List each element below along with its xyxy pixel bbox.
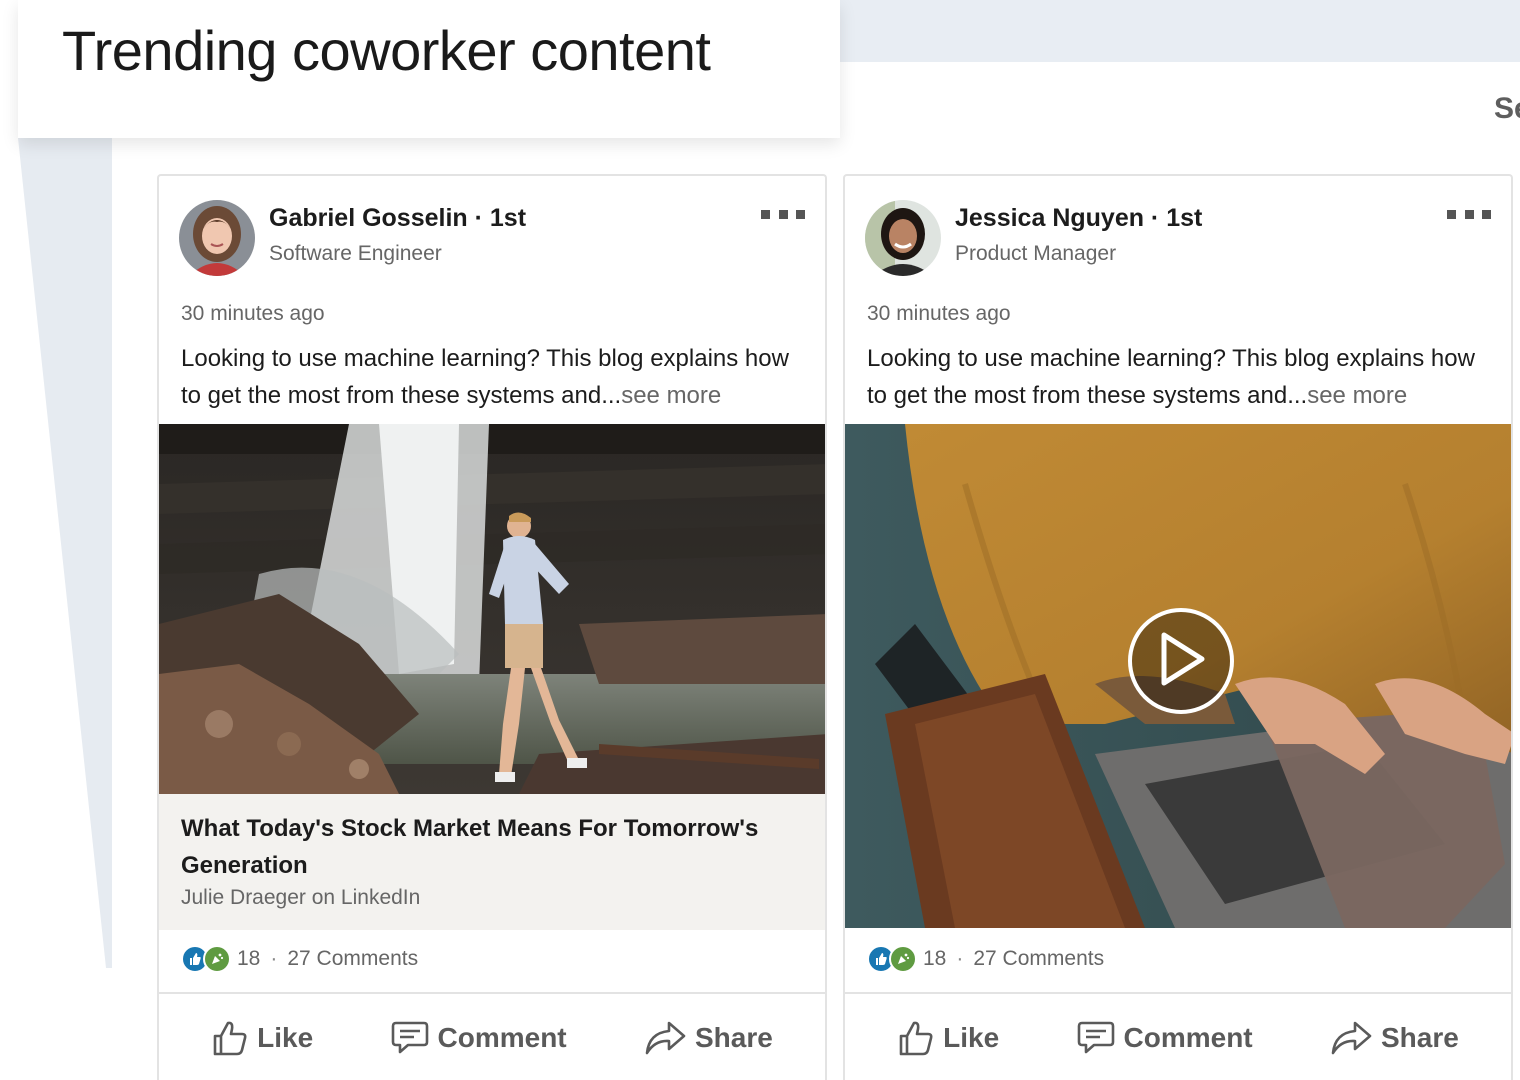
share-button[interactable]: Share — [1329, 1019, 1459, 1057]
background-left-panel — [18, 138, 118, 968]
thumbs-up-icon — [211, 1019, 249, 1057]
see-more-link[interactable]: see more — [621, 382, 721, 409]
reaction-count[interactable]: 18 — [237, 947, 260, 971]
author-headline: Software Engineer — [269, 242, 442, 265]
more-options-icon[interactable] — [761, 206, 805, 222]
post-text: Looking to use machine learning? This bl… — [867, 340, 1497, 414]
reaction-icons[interactable] — [181, 945, 231, 973]
section-title-card: Trending coworker content — [18, 0, 840, 138]
post-text: Looking to use machine learning? This bl… — [181, 340, 811, 414]
post-video[interactable] — [845, 424, 1511, 928]
action-bar: Like Comment Share — [845, 994, 1511, 1080]
share-label: Share — [694, 1022, 773, 1053]
article-title[interactable]: What Today's Stock Market Means For Tomo… — [181, 810, 803, 884]
share-icon — [643, 1019, 687, 1057]
separator-dot: · — [270, 947, 278, 970]
social-counts: 18 · 27 Comments — [867, 944, 1104, 974]
social-counts: 18 · 27 Comments — [181, 944, 418, 974]
post-image[interactable] — [159, 424, 825, 794]
post-timestamp: 30 minutes ago — [181, 302, 325, 325]
separator-dot: · — [956, 947, 964, 970]
see-more-link[interactable]: see more — [1307, 382, 1407, 409]
like-label: Like — [943, 1022, 1000, 1053]
see-all-link[interactable]: Se — [1494, 92, 1520, 126]
like-button[interactable]: Like — [897, 1019, 999, 1057]
comments-count[interactable]: 27 Comments — [973, 947, 1104, 971]
comments-count[interactable]: 27 Comments — [287, 947, 418, 971]
comment-icon — [390, 1019, 430, 1057]
author-avatar[interactable] — [865, 200, 941, 276]
more-options-icon[interactable] — [1447, 206, 1491, 222]
action-bar: Like Comment Share — [159, 994, 825, 1080]
reaction-icons[interactable] — [867, 945, 917, 973]
author-avatar[interactable] — [179, 200, 255, 276]
post-card: Jessica Nguyen · 1st Product Manager 30 … — [843, 174, 1513, 1080]
play-button[interactable] — [1128, 608, 1234, 714]
thumbs-up-icon — [897, 1019, 935, 1057]
section-title: Trending coworker content — [62, 19, 711, 82]
celebrate-icon — [203, 945, 231, 973]
share-icon — [1329, 1019, 1373, 1057]
play-icon — [1156, 631, 1206, 692]
celebrate-icon — [889, 945, 917, 973]
article-preview[interactable]: What Today's Stock Market Means For Tomo… — [159, 794, 825, 930]
author-name[interactable]: Jessica Nguyen · 1st — [955, 204, 1202, 233]
comment-icon — [1076, 1019, 1116, 1057]
reaction-count[interactable]: 18 — [923, 947, 946, 971]
like-label: Like — [257, 1022, 314, 1053]
comment-button[interactable]: Comment — [1076, 1019, 1253, 1057]
article-source: Julie Draeger on LinkedIn — [181, 886, 421, 909]
like-button[interactable]: Like — [211, 1019, 313, 1057]
share-button[interactable]: Share — [643, 1019, 773, 1057]
post-card: Gabriel Gosselin · 1st Software Engineer… — [157, 174, 827, 1080]
author-headline: Product Manager — [955, 242, 1117, 265]
comment-label: Comment — [1123, 1022, 1253, 1053]
background-top-band — [840, 0, 1520, 62]
post-timestamp: 30 minutes ago — [867, 302, 1011, 325]
author-name[interactable]: Gabriel Gosselin · 1st — [269, 204, 526, 233]
comment-button[interactable]: Comment — [390, 1019, 567, 1057]
share-label: Share — [1380, 1022, 1459, 1053]
comment-label: Comment — [437, 1022, 567, 1053]
